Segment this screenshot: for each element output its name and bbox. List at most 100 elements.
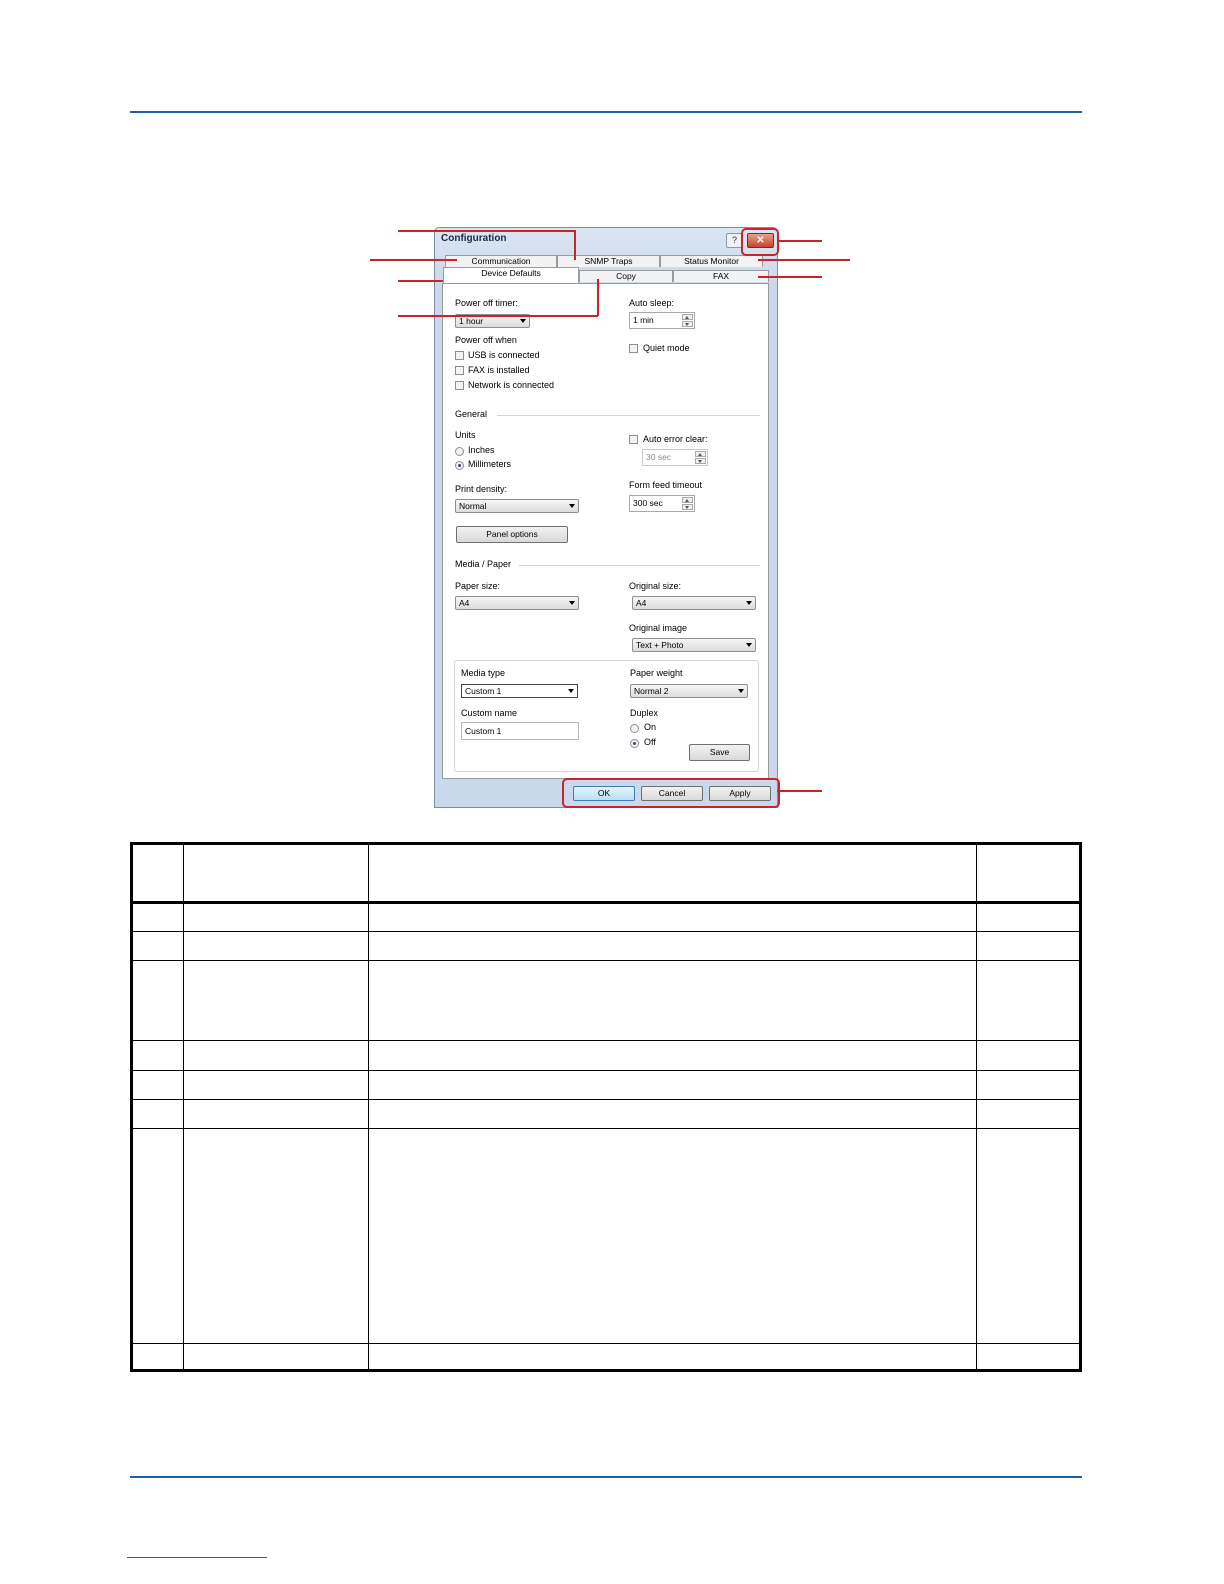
callout-close-highlight: [741, 228, 779, 256]
print-density-select[interactable]: Normal: [455, 499, 579, 513]
spin-up-icon[interactable]: [682, 497, 693, 503]
custom-name-label: Custom name: [461, 708, 518, 718]
chevron-down-icon: [569, 601, 575, 605]
table-row: [133, 1040, 1079, 1041]
footer-rule: [130, 1476, 1082, 1478]
spin-up-icon[interactable]: [682, 314, 693, 320]
media-type-label: Media type: [461, 668, 506, 678]
network-connected-checkbox[interactable]: [455, 381, 464, 390]
chevron-down-icon: [746, 601, 752, 605]
tab-device-defaults[interactable]: Device Defaults: [443, 267, 579, 283]
duplex-on-label: On: [644, 722, 657, 732]
fax-installed-label: FAX is installed: [468, 365, 530, 375]
original-size-value: A4: [636, 598, 647, 608]
callout-line-buttons: [777, 790, 822, 792]
duplex-off-label: Off: [644, 737, 656, 747]
spin-down-icon[interactable]: [682, 504, 693, 510]
power-off-timer-value: 1 hour: [459, 316, 484, 326]
fax-installed-checkbox[interactable]: [455, 366, 464, 375]
general-separator: [497, 415, 760, 416]
tab-communication[interactable]: Communication: [445, 255, 557, 267]
paper-weight-select[interactable]: Normal 2: [630, 684, 748, 698]
tab-copy[interactable]: Copy: [579, 270, 673, 282]
original-size-select[interactable]: A4: [632, 596, 756, 610]
form-feed-timeout-value: 300 sec: [633, 498, 663, 508]
callout-buttons-highlight: [562, 778, 780, 808]
power-off-when-label: Power off when: [455, 335, 517, 345]
millimeters-radio[interactable]: [455, 461, 464, 470]
paper-size-label: Paper size:: [455, 581, 501, 591]
table-row: [133, 960, 1079, 961]
auto-error-clear-label: Auto error clear:: [643, 434, 708, 444]
callout-line-fax: [758, 276, 822, 278]
spin-down-icon[interactable]: [695, 458, 706, 464]
table-header-divider: [133, 901, 1079, 904]
save-button[interactable]: Save: [689, 744, 750, 761]
callout-line-snmp: [398, 230, 575, 232]
table-row: [133, 931, 1079, 932]
auto-error-clear-spinner[interactable]: 30 sec: [642, 449, 708, 466]
chevron-down-icon: [746, 643, 752, 647]
units-label: Units: [455, 430, 476, 440]
media-paper-separator: [519, 565, 760, 566]
callout-line-close: [777, 240, 822, 242]
media-paper-heading: Media / Paper: [455, 559, 512, 569]
dialog-title: Configuration: [441, 233, 507, 244]
original-image-label: Original image: [629, 623, 688, 633]
callout-line-copy-rise: [597, 279, 599, 316]
original-size-label: Original size:: [629, 581, 682, 591]
quiet-mode-label: Quiet mode: [643, 343, 690, 353]
table-row: [133, 1128, 1079, 1129]
callout-line-status-monitor: [758, 259, 850, 261]
tab-status-monitor[interactable]: Status Monitor: [660, 255, 763, 267]
auto-sleep-label: Auto sleep:: [629, 298, 675, 308]
table-column-divider: [183, 845, 184, 1369]
callout-line-communication: [370, 259, 457, 261]
inches-label: Inches: [468, 445, 495, 455]
paper-size-value: A4: [459, 598, 470, 608]
usb-connected-checkbox[interactable]: [455, 351, 464, 360]
table-row: [133, 1099, 1079, 1100]
callout-line-copy: [398, 315, 598, 317]
callout-line-snmp-drop: [574, 230, 576, 260]
chevron-down-icon: [568, 689, 574, 693]
table-row: [133, 1343, 1079, 1344]
panel-options-button[interactable]: Panel options: [456, 526, 568, 543]
table-column-divider: [976, 845, 977, 1369]
auto-sleep-value: 1 min: [633, 315, 654, 325]
original-image-value: Text + Photo: [636, 640, 684, 650]
power-off-timer-label: Power off timer:: [455, 298, 518, 308]
footer-link-underline: [127, 1557, 267, 1558]
spin-down-icon[interactable]: [682, 321, 693, 327]
inches-radio[interactable]: [455, 447, 464, 456]
media-type-value: Custom 1: [465, 686, 502, 696]
chevron-down-icon: [738, 689, 744, 693]
reference-table: [130, 842, 1082, 1372]
chevron-down-icon: [520, 319, 526, 323]
general-heading: General: [455, 409, 488, 419]
duplex-off-radio[interactable]: [630, 739, 639, 748]
paper-weight-value: Normal 2: [634, 686, 669, 696]
quiet-mode-checkbox[interactable]: [629, 344, 638, 353]
paper-size-select[interactable]: A4: [455, 596, 579, 610]
device-defaults-panel: Power off timer: 1 hour Auto sleep: 1 mi…: [442, 283, 769, 779]
duplex-label: Duplex: [630, 708, 659, 718]
form-feed-timeout-spinner[interactable]: 300 sec: [629, 495, 695, 512]
header-rule: [130, 111, 1082, 113]
print-density-label: Print density:: [455, 484, 508, 494]
media-type-select[interactable]: Custom 1: [461, 684, 578, 698]
print-density-value: Normal: [459, 501, 487, 511]
custom-name-input[interactable]: Custom 1: [461, 722, 579, 740]
duplex-on-radio[interactable]: [630, 724, 639, 733]
original-image-select[interactable]: Text + Photo: [632, 638, 756, 652]
millimeters-label: Millimeters: [468, 459, 512, 469]
paper-weight-label: Paper weight: [630, 668, 683, 678]
auto-error-clear-checkbox[interactable]: [629, 435, 638, 444]
tab-snmp-traps[interactable]: SNMP Traps: [557, 255, 660, 267]
table-column-divider: [368, 845, 369, 1369]
tab-fax[interactable]: FAX: [673, 270, 769, 282]
network-connected-label: Network is connected: [468, 380, 555, 390]
auto-sleep-spinner[interactable]: 1 min: [629, 312, 695, 329]
spin-up-icon[interactable]: [695, 451, 706, 457]
chevron-down-icon: [569, 504, 575, 508]
